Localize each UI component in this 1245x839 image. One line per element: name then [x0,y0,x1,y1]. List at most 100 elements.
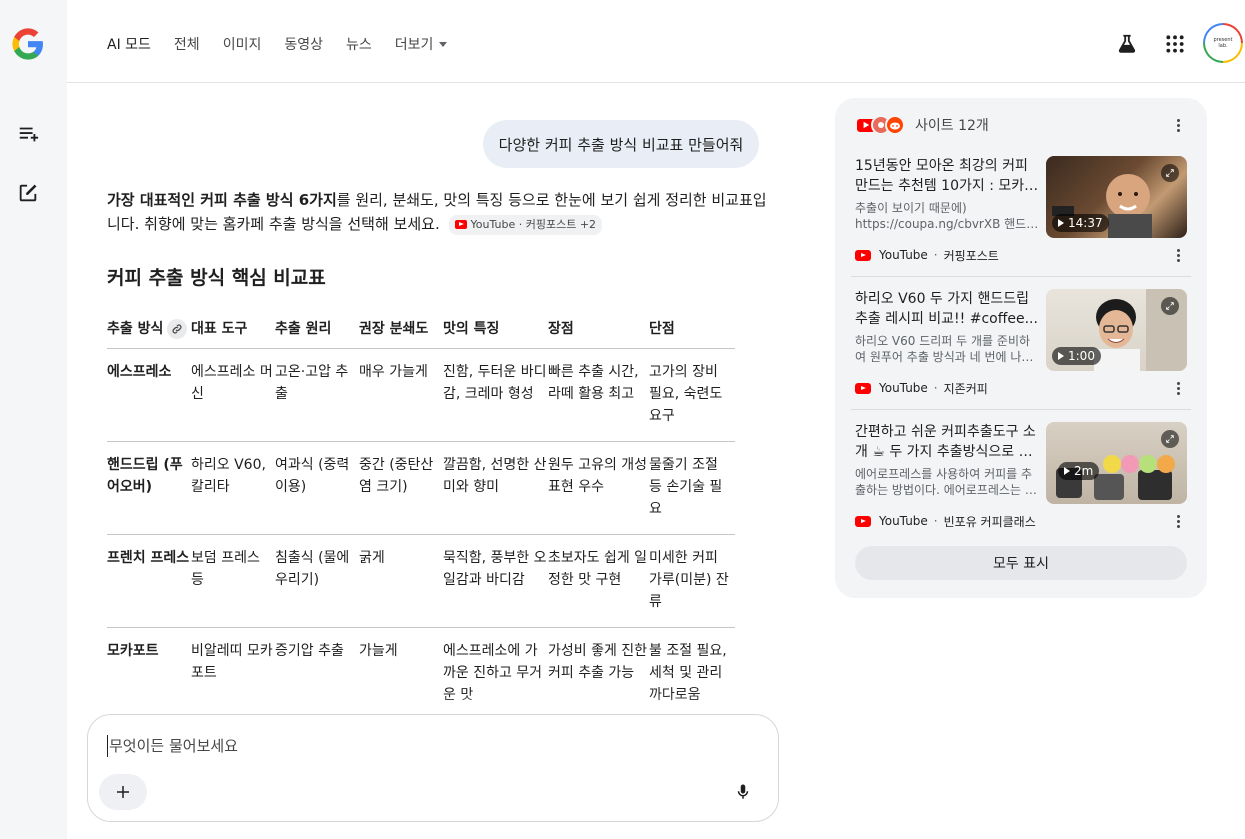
expand-video-button[interactable] [1161,430,1179,448]
search-mode-tabs: AI 모드 전체 이미지 동영상 뉴스 더보기 [107,34,470,54]
table-cell: 진함, 두터운 바디감, 크레마 형성 [443,348,548,442]
copy-link-button[interactable] [167,319,188,339]
col-header-method-label: 추출 방식 [107,321,164,337]
show-all-sources-button[interactable]: 모두 표시 [855,546,1187,580]
play-icon [1058,352,1064,360]
table-cell: 보덤 프레스 등 [191,534,275,628]
source-channel: 커핑포스트 [943,248,999,263]
microphone-icon [737,784,749,799]
more-vert-icon [1176,519,1180,523]
youtube-icon [855,382,871,394]
video-thumbnail[interactable]: 14:37 [1046,156,1187,238]
source-card-title[interactable]: 15년동안 모아온 최강의 커피 만드는 추천템 10가지 : 모카포트... [855,156,1039,196]
expand-icon [1166,169,1174,177]
expand-video-button[interactable] [1161,297,1179,315]
table-cell: 고온·고압 추출 [275,348,359,442]
source-card-title[interactable]: 하리오 V60 두 가지 핸드드립 추출 레시피 비교!! #coffee... [855,289,1039,329]
source-card-snippet: 추출이 보이기 때문에) https://coupa.ng/cbvrXB 핸드드… [855,201,1027,231]
sources-more-button[interactable] [1168,115,1188,135]
playlist-add-icon [19,127,39,142]
table-cell: 에스프레소에 가까운 진하고 무거운 맛 [443,643,543,703]
more-vert-icon [1176,253,1180,257]
table-cell: 중간 (중탄산염 크기) [359,441,443,535]
youtube-icon [855,515,871,527]
account-avatar[interactable]: present lab. [1203,23,1243,63]
col-header-cons: 단점 [649,318,735,349]
video-duration: 14:37 [1052,214,1109,232]
user-query-bubble: 다양한 커피 추출 방식 비교표 만들어줘 [483,120,759,168]
source-channel: 빈포유 커피클래스 [943,514,1036,529]
table-cell: 빠른 추출 시간, 라떼 활용 최고 [548,348,649,442]
voice-input-button[interactable] [730,779,756,805]
video-duration: 1:00 [1052,347,1101,365]
table-cell: 굵게 [359,534,443,628]
video-duration-label: 1:00 [1068,349,1095,363]
tab-more[interactable]: 더보기 [395,34,448,54]
table-cell: 여과식 (중력 이용) [275,441,359,535]
more-vert-icon [1176,386,1180,390]
google-logo-icon[interactable] [11,27,45,61]
tab-images[interactable]: 이미지 [223,34,262,54]
table-cell: 증기압 추출 [275,643,344,659]
history-list-button[interactable] [14,120,42,148]
table-cell: 매우 가늘게 [359,348,443,442]
play-icon [1058,219,1064,227]
table-cell: 모카포트 [107,643,159,659]
source-more-button[interactable] [1168,378,1188,398]
table-row: 모카포트 비알레띠 모카포트 증기압 추출 가늘게 에스프레소에 가까운 진하고… [107,628,735,721]
tab-videos[interactable]: 동영상 [284,34,323,54]
separator-dot: · [933,381,938,395]
source-card-attribution: YouTube · 빈포유 커피클래스 [855,514,1036,529]
table-cell: 불 조절 필요, 세척 및 관리 까다로움 [649,643,727,703]
tab-ai-mode[interactable]: AI 모드 [107,34,151,54]
avatar-text-2: lab. [1218,43,1228,49]
video-thumbnail[interactable]: 2m [1046,422,1187,504]
source-more-button[interactable] [1168,245,1188,265]
source-chip-label: YouTube · 커핑포스트 +2 [470,217,597,231]
expand-video-button[interactable] [1161,164,1179,182]
col-header-tool: 대표 도구 [191,318,275,349]
sources-panel: 사이트 12개 15년동안 모아온 최강의 커피 만드는 추천템 10가지 : … [835,98,1207,598]
source-platform: YouTube [879,248,928,262]
table-cell: 가늘게 [359,643,398,659]
table-cell: 비알레띠 모카포트 [191,643,273,681]
play-icon [1064,467,1070,475]
labs-button[interactable] [1115,32,1139,56]
source-card[interactable]: 15년동안 모아온 최강의 커피 만드는 추천템 10가지 : 모카포트... … [855,156,1187,266]
separator-dot: · [933,248,938,262]
separator-dot: · [933,514,938,528]
source-platform: YouTube [879,514,928,528]
apps-button[interactable] [1163,32,1187,56]
col-header-taste: 맛의 특징 [443,318,548,349]
tab-news[interactable]: 뉴스 [346,34,372,54]
add-attachment-button[interactable] [99,774,147,810]
source-card[interactable]: 하리오 V60 두 가지 핸드드립 추출 레시피 비교!! #coffee...… [855,289,1187,399]
section-heading: 커피 추출 방식 핵심 비교표 [107,267,326,289]
table-cell: 묵직함, 풍부한 오일감과 바디감 [443,534,548,628]
table-cell: 에스프레소 [107,348,191,442]
table-cell: 초보자도 쉽게 일정한 맛 구현 [548,534,649,628]
flask-icon [1118,34,1136,53]
source-card-snippet: 에어로프레스를 사용하여 커피를 추출하는 방법이다. 에어로프레스는 교반..… [855,467,1036,497]
source-channel: 지존커피 [943,381,988,396]
avatar-image: present lab. [1205,25,1241,61]
source-chip[interactable]: YouTube · 커핑포스트 +2 [448,214,603,235]
prompt-input[interactable] [107,735,707,757]
left-rail [0,0,67,839]
comparison-table: 추출 방식 대표 도구 추출 원리 권장 분쇄도 맛의 특징 장점 단점 에스프… [107,318,735,720]
answer-bold-text: 가장 대표적인 커피 추출 방식 6가지 [107,191,337,209]
col-header-principle: 추출 원리 [275,318,359,349]
source-more-button[interactable] [1168,511,1188,531]
new-chat-button[interactable] [14,179,42,207]
source-card-title[interactable]: 간편하고 쉬운 커피추출도구 소개 ☕ 두 가지 추출방식으로 다양... [855,422,1039,462]
video-thumbnail[interactable]: 1:00 [1046,289,1187,371]
card-divider [851,276,1191,277]
table-cell: 침출식 (물에 우리기) [275,534,359,628]
table-cell: 하리오 V60, 칼리타 [191,441,275,535]
table-cell: 가성비 좋게 진한 커피 추출 가능 [548,643,648,681]
tab-all[interactable]: 전체 [174,34,200,54]
sources-header: 사이트 12개 [855,114,989,136]
edit-square-icon [19,184,37,202]
expand-icon [1166,302,1174,310]
source-card[interactable]: 간편하고 쉬운 커피추출도구 소개 ☕ 두 가지 추출방식으로 다양... 에어… [855,422,1187,532]
